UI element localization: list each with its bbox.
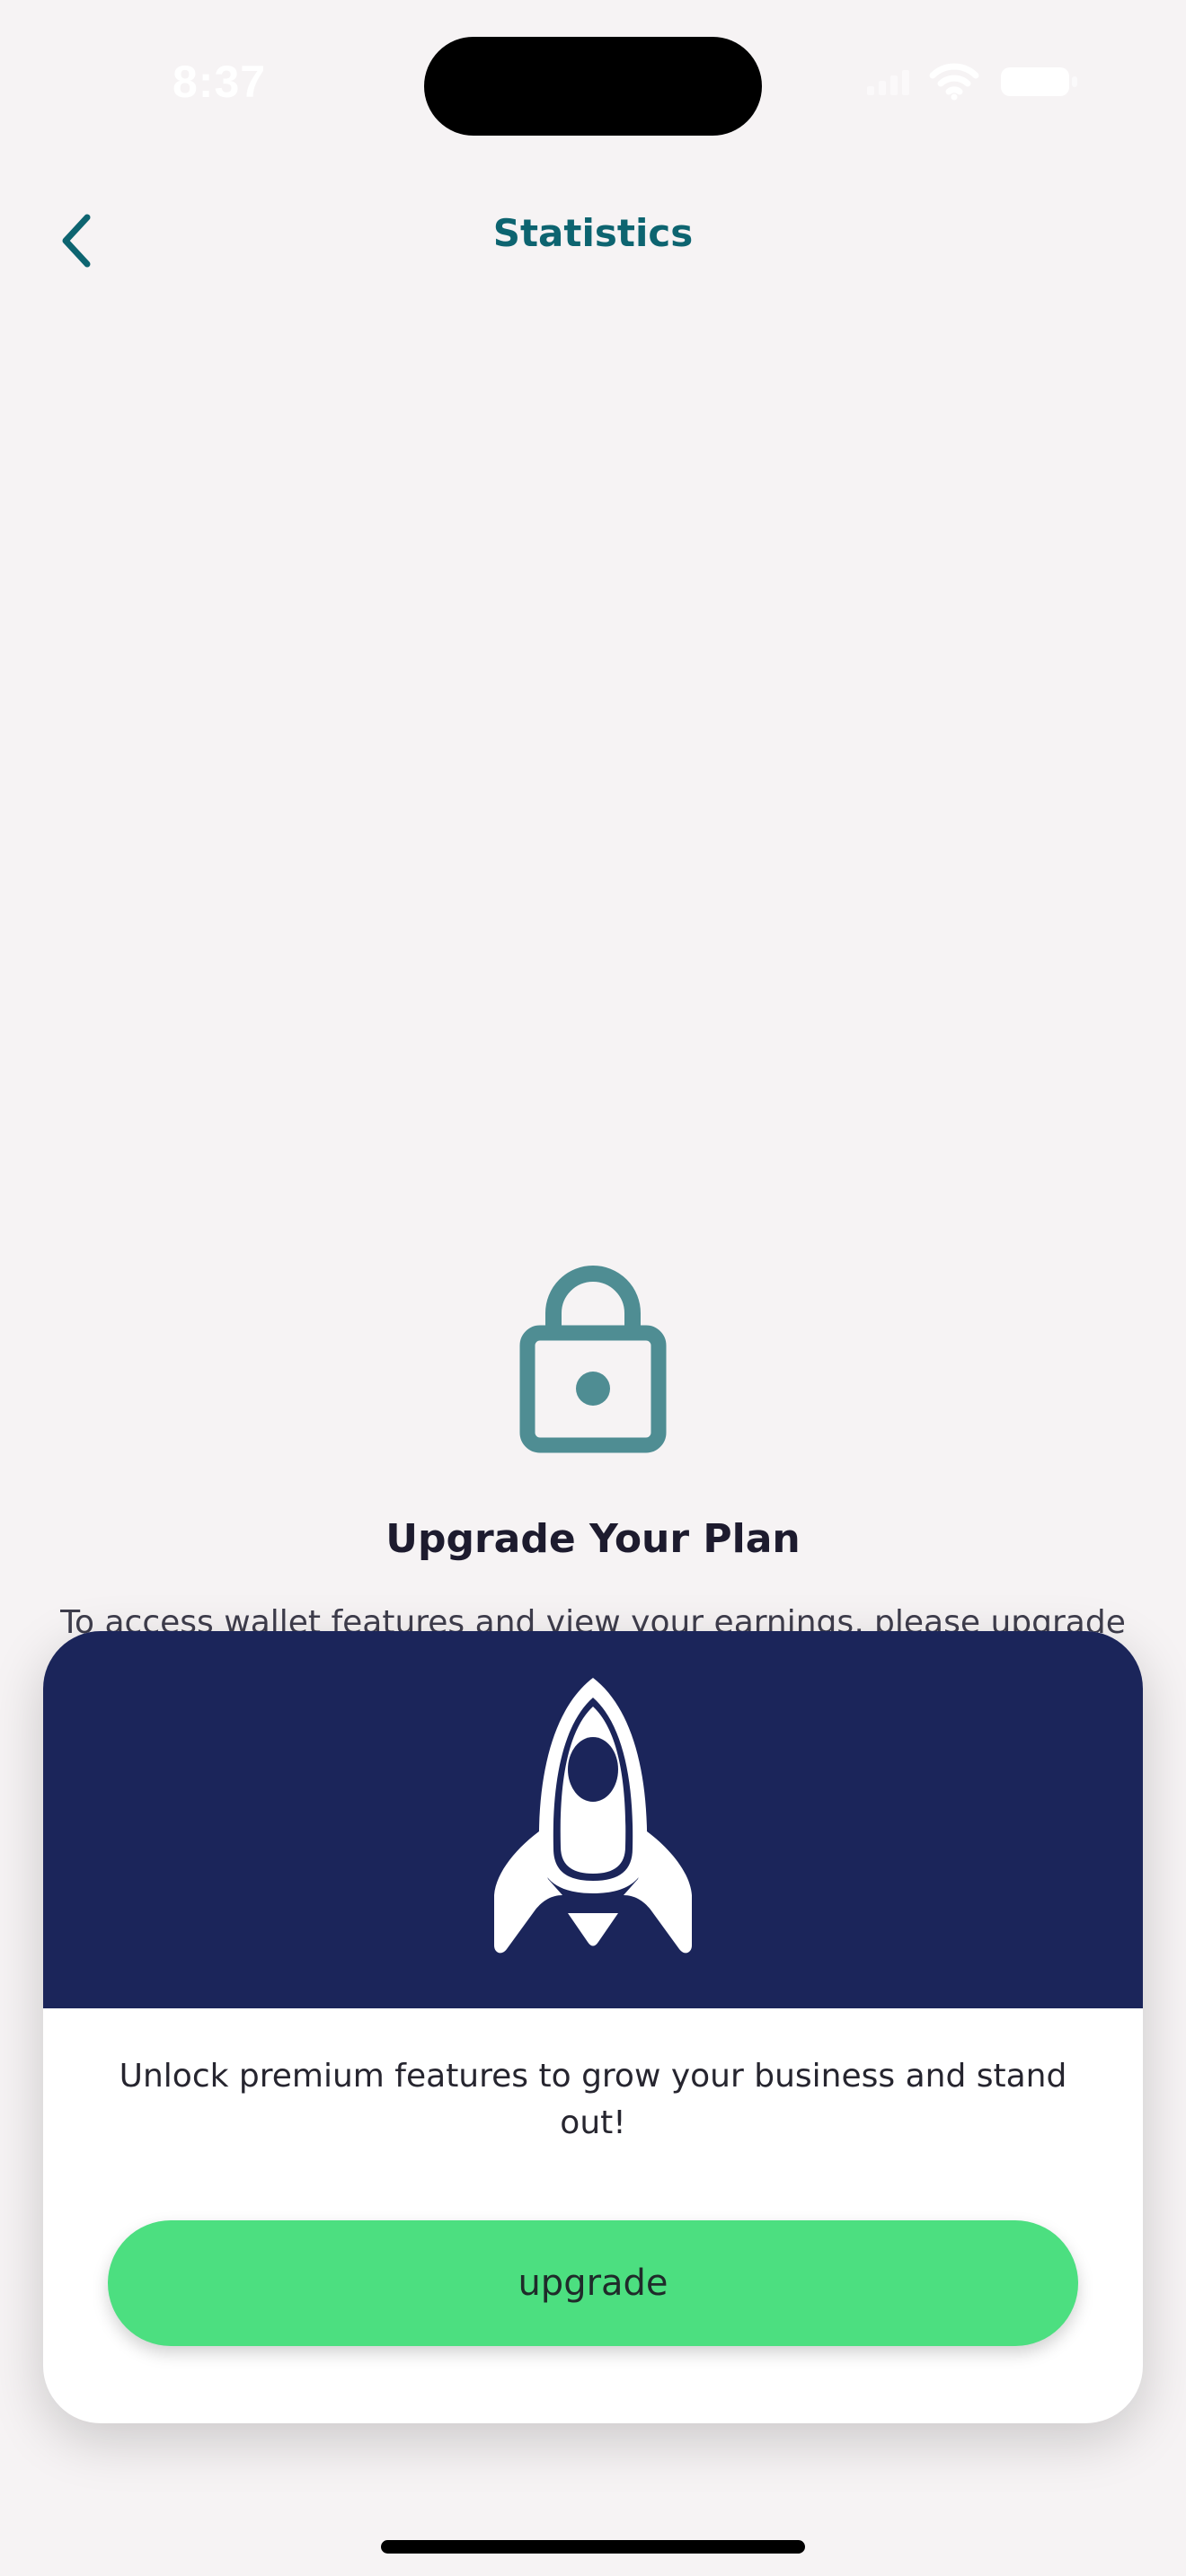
cellular-signal-icon [867,68,909,95]
battery-icon [1001,67,1077,96]
status-icons [867,63,1080,101]
modal-hero [43,1631,1143,2008]
modal-message: Unlock premium features to grow your bus… [119,2058,1067,2141]
upgrade-title: Upgrade Your Plan [385,1516,801,1562]
rocket-icon [494,1678,692,1954]
status-bar: 8:37 [0,0,1186,171]
nav-bar: Statistics [0,193,1186,283]
wifi-icon [929,63,979,101]
home-indicator[interactable] [381,2540,805,2554]
dynamic-island [424,37,762,136]
upgrade-modal: Unlock premium features to grow your bus… [43,1631,1143,2423]
lock-icon [519,1266,667,1453]
page-title: Statistics [492,211,694,255]
upgrade-button[interactable]: upgrade [108,2220,1078,2346]
status-time: 8:37 [173,57,267,107]
